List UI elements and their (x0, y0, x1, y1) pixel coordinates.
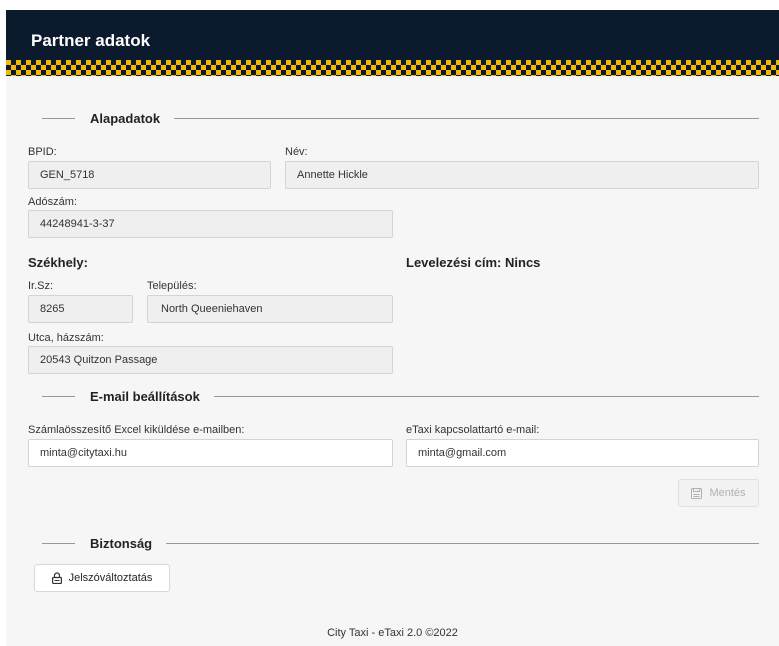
mailing-address-heading: Levelezési cím: Nincs (406, 255, 541, 270)
change-password-label: Jelszóváltoztatás (68, 572, 153, 584)
section-basic-data: Alapadatok (42, 110, 759, 126)
street-label: Utca, házszám: (28, 332, 104, 344)
change-password-button[interactable]: Jelszóváltoztatás (34, 564, 170, 592)
divider (42, 542, 75, 544)
section-title-email: E-mail beállítások (90, 388, 200, 404)
zip-field: 8265 (28, 295, 133, 323)
city-field: North Queeniehaven (147, 295, 393, 323)
tax-number-field: 44248941-3-37 (28, 210, 393, 238)
bpid-label: BPID: (28, 146, 57, 158)
lock-icon (51, 572, 62, 584)
name-field: Annette Hickle (285, 161, 759, 189)
page-title: Partner adatok (31, 31, 151, 50)
page: Partner adatok Alapadatok BPID: GEN_5718… (6, 10, 779, 646)
checkered-taxi-strip (6, 60, 779, 76)
street-field: 20543 Quitzon Passage (28, 346, 393, 374)
tax-number-label: Adószám: (28, 196, 77, 208)
seat-heading: Székhely: (28, 255, 88, 270)
section-security: Biztonság (42, 535, 759, 551)
excel-email-label: Számlaösszesítő Excel kiküldése e-mailbe… (28, 424, 245, 436)
section-title-security: Biztonság (90, 535, 153, 551)
divider (166, 542, 759, 544)
divider (42, 117, 75, 119)
name-label: Név: (285, 146, 308, 158)
excel-email-input[interactable]: minta@citytaxi.hu (28, 439, 393, 467)
contact-email-input[interactable]: minta@gmail.com (406, 439, 759, 467)
save-icon (691, 487, 703, 499)
city-label: Település: (147, 280, 197, 292)
header-bar: Partner adatok (6, 10, 779, 76)
divider (42, 395, 75, 397)
divider (174, 117, 759, 119)
footer-text: City Taxi - eTaxi 2.0 ©2022 (327, 627, 458, 639)
section-email-settings: E-mail beállítások (42, 388, 759, 404)
contact-email-label: eTaxi kapcsolattartó e-mail: (406, 424, 540, 436)
section-title-basic: Alapadatok (90, 110, 161, 126)
save-button[interactable]: Mentés (678, 479, 759, 507)
zip-label: Ir.Sz: (28, 280, 54, 292)
divider (213, 395, 759, 397)
bpid-field: GEN_5718 (28, 161, 271, 189)
save-button-label: Mentés (709, 487, 746, 499)
